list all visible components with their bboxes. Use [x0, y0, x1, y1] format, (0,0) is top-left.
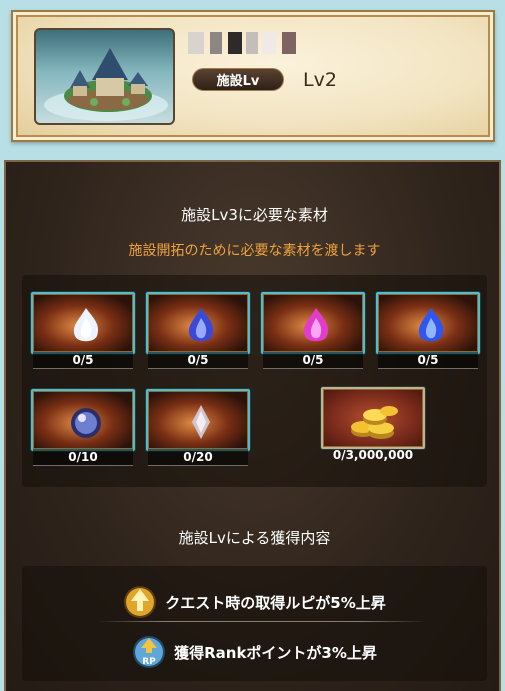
- blue-flame-icon: [188, 308, 214, 342]
- reward-row: RP 獲得Rankポイントが3%上昇: [22, 626, 487, 678]
- material-count: 0/5: [148, 352, 248, 369]
- requirements-subtitle: 施設開拓のために必要な素材を渡します: [128, 243, 381, 259]
- pink-flame-icon: [303, 308, 329, 342]
- azure-flame-icon: [418, 308, 444, 342]
- rewards-title: 施設Lvによる獲得内容: [6, 525, 503, 551]
- material-item[interactable]: 0/10: [31, 389, 135, 469]
- facility-name-redacted: [188, 32, 298, 54]
- white-flame-icon: [73, 308, 99, 342]
- silver-shard-icon: [192, 405, 210, 439]
- material-count: 0/3,000,000: [332, 448, 414, 462]
- materials-box: 0/5 0/5 0/5 0/5 0/10 0/20 0/3,000,000: [22, 275, 487, 487]
- material-count: 0/5: [263, 352, 363, 369]
- island-facility-icon: [44, 48, 168, 121]
- material-count: 0/5: [378, 352, 478, 369]
- material-count: 0/5: [33, 352, 133, 369]
- material-item[interactable]: 0/5: [31, 292, 135, 372]
- reward-text: クエスト時の取得ルピが5%上昇: [165, 593, 386, 612]
- material-item[interactable]: 0/5: [261, 292, 365, 372]
- material-item[interactable]: 0/5: [146, 292, 250, 372]
- material-count: 0/20: [148, 449, 248, 466]
- rupie-coins-icon: [351, 406, 398, 439]
- reward-divider: [97, 621, 427, 622]
- svg-text:RP: RP: [142, 657, 156, 667]
- material-count: 0/10: [33, 449, 133, 466]
- facility-screen: 施設Lv Lv2 施設Lv3に必要な素材 施設開拓のために必要な素材を渡します …: [0, 0, 505, 691]
- facility-header: 施設Lv Lv2: [11, 10, 495, 142]
- rewards-box: クエスト時の取得ルピが5%上昇 RP 獲得Rankポイントが3%上昇: [22, 566, 487, 681]
- rupie-boost-icon: [124, 586, 157, 618]
- rank-point-icon: RP: [133, 636, 166, 668]
- upgrade-panel: 施設Lv3に必要な素材 施設開拓のために必要な素材を渡します 0/5 0/5 0…: [4, 160, 501, 691]
- material-item[interactable]: 0/20: [146, 389, 250, 469]
- facility-level-value: Lv2: [303, 69, 337, 91]
- requirements-title: 施設Lv3に必要な素材: [6, 202, 503, 228]
- facility-thumbnail[interactable]: [34, 28, 175, 125]
- reward-text: 獲得Rankポイントが3%上昇: [174, 643, 377, 662]
- material-item-rupie[interactable]: 0/3,000,000: [321, 387, 425, 467]
- material-item[interactable]: 0/5: [376, 292, 480, 372]
- facility-level-badge: 施設Lv: [192, 68, 284, 91]
- crystal-orb-icon: [71, 408, 101, 438]
